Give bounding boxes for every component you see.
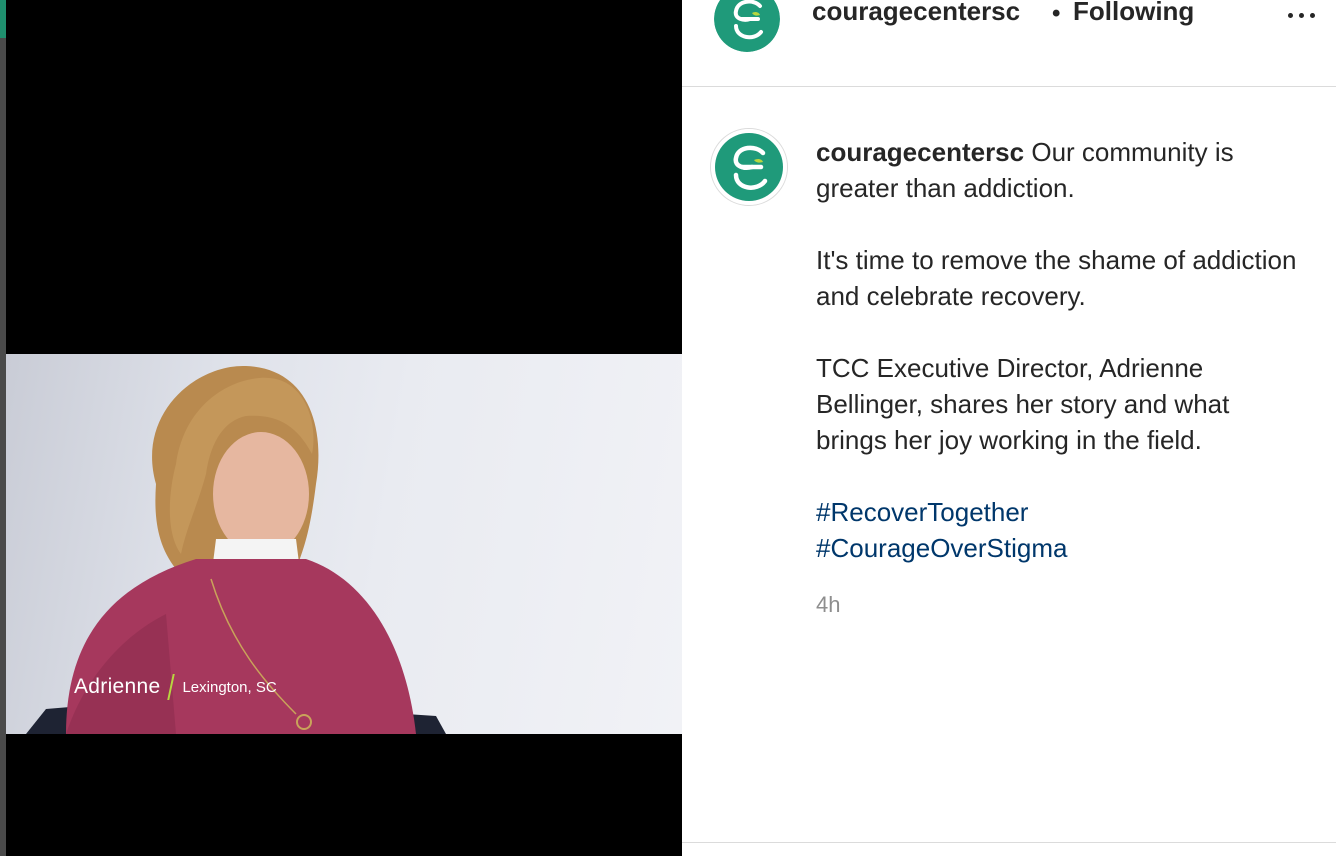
post-timestamp[interactable]: 4h: [816, 592, 840, 618]
divider: [682, 842, 1336, 843]
hashtag-link[interactable]: #RecoverTogether: [816, 494, 1306, 530]
profile-avatar[interactable]: [714, 0, 780, 52]
hashtag-link[interactable]: #CourageOverStigma: [816, 530, 1306, 566]
caption-avatar[interactable]: [710, 128, 788, 206]
video-name-overlay: Adrienne: [74, 675, 161, 698]
courage-center-logo-icon: [711, 129, 787, 205]
post-media[interactable]: Adrienne Lexington, SC: [6, 0, 682, 856]
more-options-icon[interactable]: [1288, 6, 1320, 24]
courage-center-logo-icon: [714, 0, 780, 52]
video-location-overlay: Lexington, SC: [182, 678, 277, 696]
post-header: couragecentersc • Following: [682, 0, 1336, 87]
follow-separator: •: [1052, 0, 1061, 27]
lower-third-divider: [167, 674, 176, 700]
following-button[interactable]: Following: [1073, 0, 1194, 27]
video-lower-third: Adrienne Lexington, SC: [74, 674, 277, 700]
post-detail-panel: couragecentersc • Following couragecente…: [682, 0, 1336, 856]
header-username[interactable]: couragecentersc: [812, 0, 1020, 27]
video-player[interactable]: Adrienne Lexington, SC: [6, 354, 682, 734]
post-caption: couragecentersc Our community is greater…: [816, 134, 1306, 566]
caption-paragraph-3: TCC Executive Director, Adrienne Belling…: [816, 353, 1230, 455]
caption-username[interactable]: couragecentersc: [816, 137, 1024, 167]
caption-paragraph-2: It's time to remove the shame of addicti…: [816, 245, 1297, 311]
